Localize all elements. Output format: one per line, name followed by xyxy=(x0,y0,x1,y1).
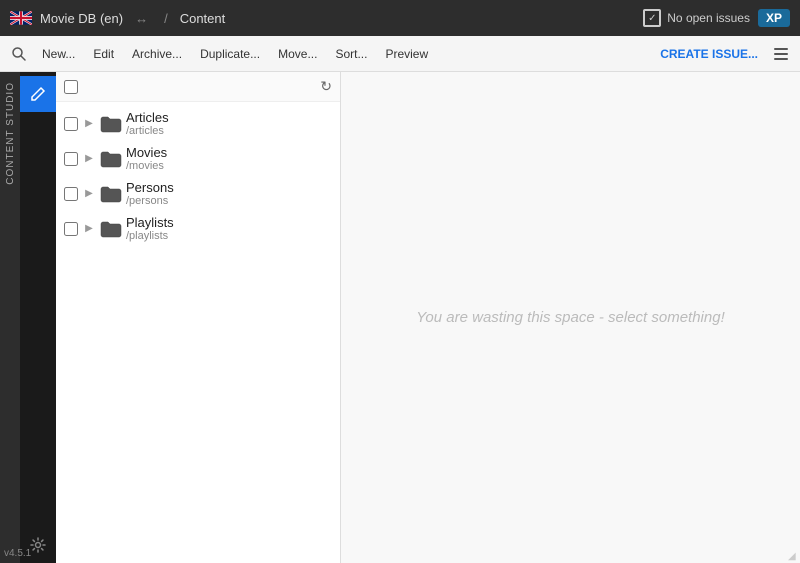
persons-arrow[interactable]: ▶ xyxy=(82,187,96,201)
movies-name: Movies xyxy=(126,145,332,160)
articles-name: Articles xyxy=(126,110,332,125)
app-name: Movie DB (en) xyxy=(40,11,123,26)
search-icon[interactable] xyxy=(6,41,32,67)
list-view-icon[interactable] xyxy=(768,41,794,67)
main-toolbar: New... Edit Archive... Duplicate... Move… xyxy=(0,36,800,72)
breadcrumb: Content xyxy=(180,11,226,26)
persons-text: Persons /persons xyxy=(126,180,332,207)
playlists-name: Playlists xyxy=(126,215,332,230)
movies-text: Movies /movies xyxy=(126,145,332,172)
file-tree-panel: ↻ ▶ Articles /articles ▶ xyxy=(56,72,341,563)
file-tree: ▶ Articles /articles ▶ Movies /movie xyxy=(56,102,340,563)
left-nav xyxy=(20,72,56,563)
create-issue-button[interactable]: CREATE ISSUE... xyxy=(652,43,766,65)
archive-button[interactable]: Archive... xyxy=(124,43,190,65)
playlists-text: Playlists /playlists xyxy=(126,215,332,242)
articles-arrow[interactable]: ▶ xyxy=(82,117,96,131)
app-header: Movie DB (en) ↔ / Content ✓ No open issu… xyxy=(0,0,800,36)
xp-badge[interactable]: XP xyxy=(758,9,790,27)
resize-handle[interactable]: ◢ xyxy=(788,551,798,561)
edit-button[interactable]: Edit xyxy=(85,43,122,65)
persons-folder-icon xyxy=(100,185,122,203)
playlists-arrow[interactable]: ▶ xyxy=(82,222,96,236)
issues-icon: ✓ xyxy=(643,9,661,27)
tree-item-persons[interactable]: ▶ Persons /persons xyxy=(56,176,340,211)
articles-folder-icon xyxy=(100,115,122,133)
movies-checkbox[interactable] xyxy=(64,152,78,166)
main-area: CONTENT STUDIO ↻ ▶ xyxy=(0,72,800,563)
nav-arrow: ↔ xyxy=(135,11,148,26)
articles-checkbox[interactable] xyxy=(64,117,78,131)
duplicate-button[interactable]: Duplicate... xyxy=(192,43,268,65)
preview-button[interactable]: Preview xyxy=(377,43,436,65)
tree-item-movies[interactable]: ▶ Movies /movies xyxy=(56,141,340,176)
refresh-icon[interactable]: ↻ xyxy=(320,78,332,95)
version-label: v4.5.1 xyxy=(4,548,31,559)
flag-icon xyxy=(10,10,32,26)
persons-name: Persons xyxy=(126,180,332,195)
move-button[interactable]: Move... xyxy=(270,43,325,65)
movies-path: /movies xyxy=(126,160,332,172)
tree-item-articles[interactable]: ▶ Articles /articles xyxy=(56,106,340,141)
persons-checkbox[interactable] xyxy=(64,187,78,201)
movies-folder-icon xyxy=(100,150,122,168)
new-button[interactable]: New... xyxy=(34,43,83,65)
select-all-checkbox[interactable] xyxy=(64,80,78,94)
articles-text: Articles /articles xyxy=(126,110,332,137)
sidebar-left: CONTENT STUDIO xyxy=(0,72,20,563)
playlists-path: /playlists xyxy=(126,230,332,242)
articles-path: /articles xyxy=(126,125,332,137)
issues-status: ✓ No open issues xyxy=(643,9,750,27)
playlists-checkbox[interactable] xyxy=(64,222,78,236)
content-placeholder: You are wasting this space - select some… xyxy=(416,309,725,326)
sidebar-label: CONTENT STUDIO xyxy=(5,82,16,185)
file-panel-toolbar: ↻ xyxy=(56,72,340,102)
breadcrumb-separator: / xyxy=(164,11,168,26)
nav-edit-icon[interactable] xyxy=(20,76,56,112)
sort-button[interactable]: Sort... xyxy=(327,43,375,65)
tree-item-playlists[interactable]: ▶ Playlists /playlists xyxy=(56,211,340,246)
content-area: You are wasting this space - select some… xyxy=(341,72,800,563)
issues-label: No open issues xyxy=(667,11,750,25)
movies-arrow[interactable]: ▶ xyxy=(82,152,96,166)
playlists-folder-icon xyxy=(100,220,122,238)
persons-path: /persons xyxy=(126,195,332,207)
